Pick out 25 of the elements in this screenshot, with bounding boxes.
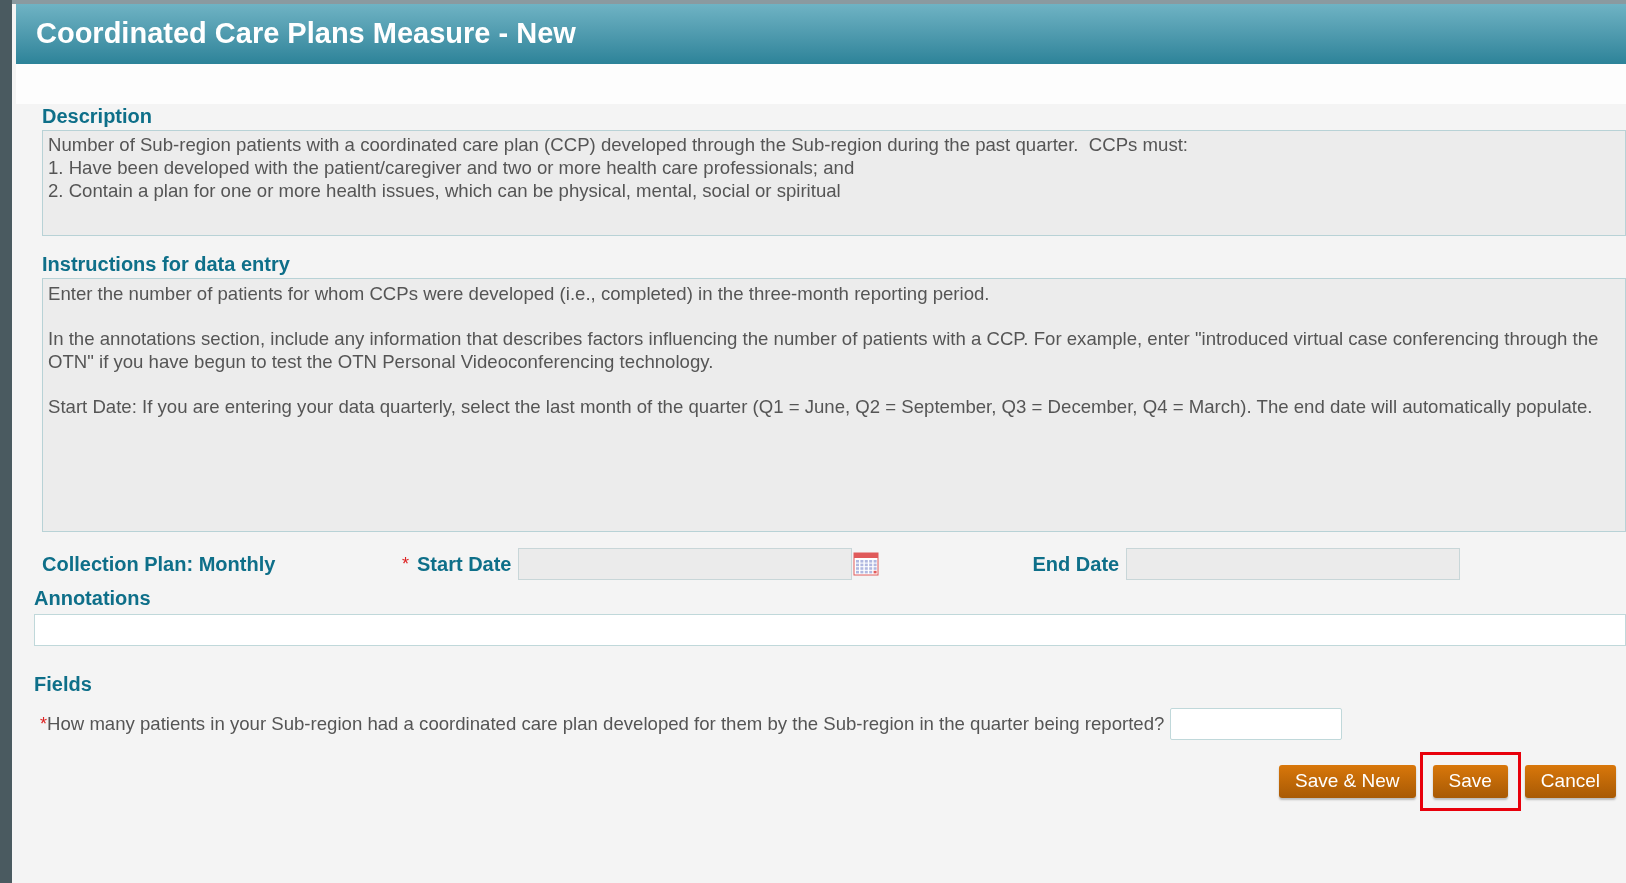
instructions-paragraph: Start Date: If you are entering your data quarterly, select the last month of the quarter (Q1 = June, Q2 = September, Q3 = December, Q4 = March). The end date will automatically populate. <box>48 395 1594 418</box>
section-heading: Description <box>42 104 154 128</box>
description-line: 2. Contain a plan for one or more health issues, which can be physical, mental, social or spiritual <box>48 179 842 202</box>
start-date-field[interactable] <box>517 548 852 580</box>
annotations-label: Annotations <box>34 586 152 610</box>
action-button[interactable]: Save & New <box>1279 765 1416 798</box>
annotations-field[interactable] <box>34 614 1626 646</box>
required-mark: * <box>402 552 409 576</box>
collection-plan-label: Collection Plan: Monthly <box>42 552 277 577</box>
description-line: Number of Sub-region patients with a coordinated care plan (CCP) developed through the Sub-region during the past quarter. CCPs must: <box>48 133 1190 156</box>
calendar-icon[interactable] <box>852 552 879 576</box>
start-date-label: Start Date <box>417 552 512 577</box>
window-title: Coordinated Care Plans Measure - New <box>36 16 576 52</box>
section-heading: Fields <box>34 672 93 696</box>
description-line: 1. Have been developed with the patient/caregiver and two or more health care professionals; and <box>48 156 856 179</box>
answer-field[interactable] <box>1170 708 1343 740</box>
instructions-paragraph: In the annotations section, include any information that describes factors influencing the number of patients with a CCP. For example, enter "introduced virtual case conferencing through the OTN" if you have begun to test the OTN Personal Videoconferencing technology. <box>48 327 1600 373</box>
action-button[interactable]: Save <box>1432 765 1508 798</box>
required-mark: * <box>40 712 47 736</box>
end-date-field[interactable] <box>1126 548 1461 580</box>
section-heading: Instructions for data entry <box>42 252 291 276</box>
action-button[interactable]: Cancel <box>1524 765 1616 798</box>
end-date-label: End Date <box>1032 552 1120 577</box>
question-text: How many patients in your Sub-region had a coordinated care plan developed for them by the Sub-region in the quarter being reported? <box>47 712 1165 737</box>
instructions-paragraph: Enter the number of patients for whom CCPs were developed (i.e., completed) in the three-month reporting period. <box>48 282 991 305</box>
